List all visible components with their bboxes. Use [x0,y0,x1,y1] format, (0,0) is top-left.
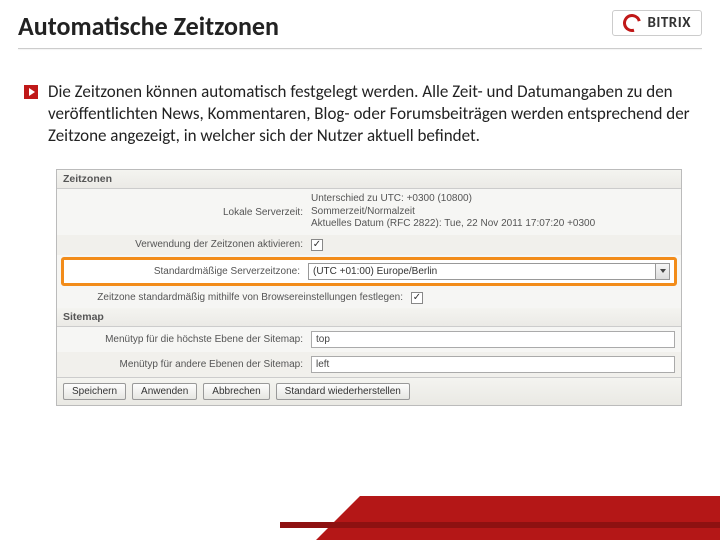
section-sitemap: Sitemap [57,308,681,327]
menu-top-label: Menütyp für die höchste Ebene der Sitema… [63,334,303,345]
local-server-time-label: Lokale Serverzeit: [63,207,303,218]
browser-timezone-checkbox[interactable]: ✓ [411,292,423,304]
bitrix-swirl-icon [620,11,645,36]
default-timezone-label: Standardmäßige Serverzeitzone: [68,266,300,277]
section-timezones: Zeitzonen [57,170,681,189]
default-timezone-select[interactable]: (UTC +01:00) Europe/Berlin [308,263,670,280]
default-timezone-value: (UTC +01:00) Europe/Berlin [313,266,437,277]
settings-panel: Zeitzonen Lokale Serverzeit: Unterschied… [56,169,682,406]
footer-line [0,522,720,528]
brand-text: BITRIX [647,14,691,32]
footer-decoration [0,496,720,540]
menu-top-input[interactable]: top [311,331,675,348]
save-button[interactable]: Speichern [63,383,126,400]
reset-button[interactable]: Standard wiederherstellen [276,383,410,400]
apply-button[interactable]: Anwenden [132,383,197,400]
local-server-time-value: Unterschied zu UTC: +0300 (10800) Sommer… [311,193,675,231]
button-bar: Speichern Anwenden Abbrechen Standard wi… [57,377,681,405]
enable-timezones-label: Verwendung der Zeitzonen aktivieren: [63,239,303,250]
page-title: Automatische Zeitzonen [18,10,279,42]
browser-timezone-label: Zeitzone standardmäßig mithilfe von Brow… [63,292,403,303]
menu-other-input[interactable]: left [311,356,675,373]
arrow-bullet-icon [24,85,38,99]
enable-timezones-checkbox[interactable]: ✓ [311,239,323,251]
menu-other-label: Menütyp für andere Ebenen der Sitemap: [63,359,303,370]
intro-paragraph: Die Zeitzonen können automatisch festgel… [48,81,690,146]
brand-logo: BITRIX [612,10,702,36]
default-timezone-row-highlighted: Standardmäßige Serverzeitzone: (UTC +01:… [61,257,677,286]
cancel-button[interactable]: Abbrechen [203,383,269,400]
chevron-down-icon[interactable] [655,264,669,279]
